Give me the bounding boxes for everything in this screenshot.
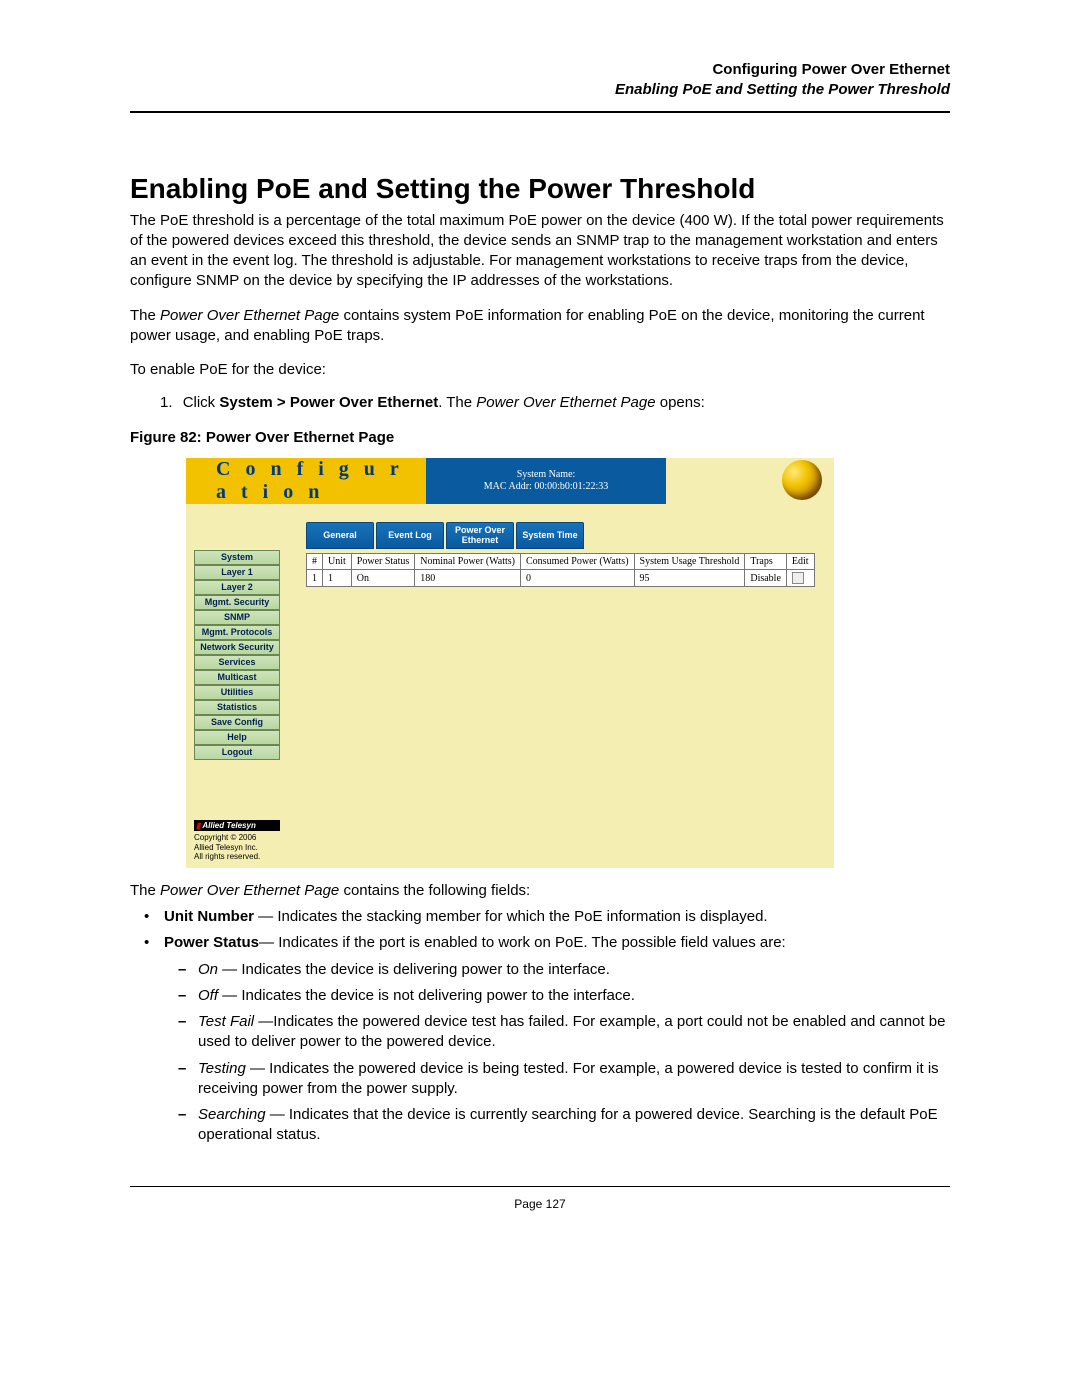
sidebar-item-snmp[interactable]: SNMP: [194, 610, 280, 625]
power-status-values: On — Indicates the device is delivering …: [164, 960, 950, 1146]
col-threshold: System Usage Threshold: [634, 554, 745, 570]
poe-screenshot: C o n f i g u r a t i o n System Name: M…: [186, 458, 834, 868]
page-header: Configuring Power Over Ethernet Enabling…: [130, 60, 950, 101]
sidebar-item-mgmt-protocols[interactable]: Mgmt. Protocols: [194, 625, 280, 640]
sidebar-item-logout[interactable]: Logout: [194, 745, 280, 760]
page-title: Enabling PoE and Setting the Power Thres…: [130, 173, 950, 205]
tab-general[interactable]: General: [306, 522, 374, 549]
table-row: 1 1 On 180 0 95 Disable: [307, 570, 815, 587]
sidebar-item-statistics[interactable]: Statistics: [194, 700, 280, 715]
brand-badge: ▮ Allied Telesyn: [194, 820, 280, 831]
col-traps: Traps: [745, 554, 787, 570]
page-number: Page 127: [130, 1197, 950, 1211]
value-testing: Testing — Indicates the powered device i…: [164, 1059, 950, 1100]
edit-checkbox[interactable]: [792, 572, 804, 584]
top-bar: C o n f i g u r a t i o n System Name: M…: [186, 458, 834, 504]
sidebar-item-layer1[interactable]: Layer 1: [194, 565, 280, 580]
tab-poe[interactable]: Power Over Ethernet: [446, 522, 514, 549]
tab-event-log[interactable]: Event Log: [376, 522, 444, 549]
sidebar-item-network-security[interactable]: Network Security: [194, 640, 280, 655]
field-list: Unit Number — Indicates the stacking mem…: [130, 907, 950, 1146]
globe-icon: [782, 460, 822, 500]
header-rule: [130, 111, 950, 113]
sidebar-item-system[interactable]: System: [194, 550, 280, 565]
sidebar: System Layer 1 Layer 2 Mgmt. Security SN…: [194, 550, 280, 862]
header-chapter: Configuring Power Over Ethernet: [130, 60, 950, 80]
cell-traps: Disable: [745, 570, 787, 587]
system-name-label: System Name:: [517, 469, 576, 482]
value-searching: Searching — Indicates that the device is…: [164, 1105, 950, 1146]
mac-address: MAC Addr: 00:00:b0:01:22:33: [484, 481, 608, 494]
system-info-bar: System Name: MAC Addr: 00:00:b0:01:22:33: [426, 458, 666, 504]
paragraph-3: To enable PoE for the device:: [130, 360, 950, 380]
table-header-row: # Unit Power Status Nominal Power (Watts…: [307, 554, 815, 570]
body-text: The PoE threshold is a percentage of the…: [130, 211, 950, 381]
value-off: Off — Indicates the device is not delive…: [164, 986, 950, 1006]
sidebar-item-mgmt-security[interactable]: Mgmt. Security: [194, 595, 280, 610]
paragraph-2: The Power Over Ethernet Page contains sy…: [130, 306, 950, 347]
contains-line: The Power Over Ethernet Page contains th…: [130, 882, 950, 899]
sidebar-item-multicast[interactable]: Multicast: [194, 670, 280, 685]
tab-row: General Event Log Power Over Ethernet Sy…: [306, 522, 826, 549]
tab-system-time[interactable]: System Time: [516, 522, 584, 549]
cell-consumed: 0: [521, 570, 635, 587]
poe-table: # Unit Power Status Nominal Power (Watts…: [306, 553, 815, 587]
sidebar-item-help[interactable]: Help: [194, 730, 280, 745]
cell-edit: [786, 570, 814, 587]
cell-status: On: [351, 570, 415, 587]
field-unit-number: Unit Number — Indicates the stacking mem…: [130, 907, 950, 927]
cell-idx: 1: [307, 570, 323, 587]
copyright: Copyright © 2006 Allied Telesyn Inc. All…: [194, 833, 280, 862]
cell-threshold: 95: [634, 570, 745, 587]
value-on: On — Indicates the device is delivering …: [164, 960, 950, 980]
col-idx: #: [307, 554, 323, 570]
content-area: General Event Log Power Over Ethernet Sy…: [280, 522, 826, 862]
sidebar-item-save-config[interactable]: Save Config: [194, 715, 280, 730]
footer-rule: [130, 1186, 950, 1187]
sidebar-item-utilities[interactable]: Utilities: [194, 685, 280, 700]
header-section: Enabling PoE and Setting the Power Thres…: [130, 80, 950, 100]
col-nominal: Nominal Power (Watts): [415, 554, 521, 570]
field-power-status: Power Status— Indicates if the port is e…: [130, 933, 950, 1145]
step-1: 1. Click System > Power Over Ethernet. T…: [160, 394, 950, 411]
top-bar-right: [666, 458, 834, 504]
configuration-title: C o n f i g u r a t i o n: [216, 458, 426, 504]
title-bar: C o n f i g u r a t i o n: [186, 458, 426, 504]
cell-unit: 1: [323, 570, 352, 587]
main-area: System Layer 1 Layer 2 Mgmt. Security SN…: [186, 504, 834, 862]
cell-nominal: 180: [415, 570, 521, 587]
value-test-fail: Test Fail —Indicates the powered device …: [164, 1012, 950, 1053]
document-page: Configuring Power Over Ethernet Enabling…: [0, 0, 1080, 1397]
col-status: Power Status: [351, 554, 415, 570]
col-unit: Unit: [323, 554, 352, 570]
sidebar-item-services[interactable]: Services: [194, 655, 280, 670]
col-edit: Edit: [786, 554, 814, 570]
col-consumed: Consumed Power (Watts): [521, 554, 635, 570]
sidebar-item-layer2[interactable]: Layer 2: [194, 580, 280, 595]
figure-caption: Figure 82: Power Over Ethernet Page: [130, 429, 950, 446]
paragraph-1: The PoE threshold is a percentage of the…: [130, 211, 950, 292]
